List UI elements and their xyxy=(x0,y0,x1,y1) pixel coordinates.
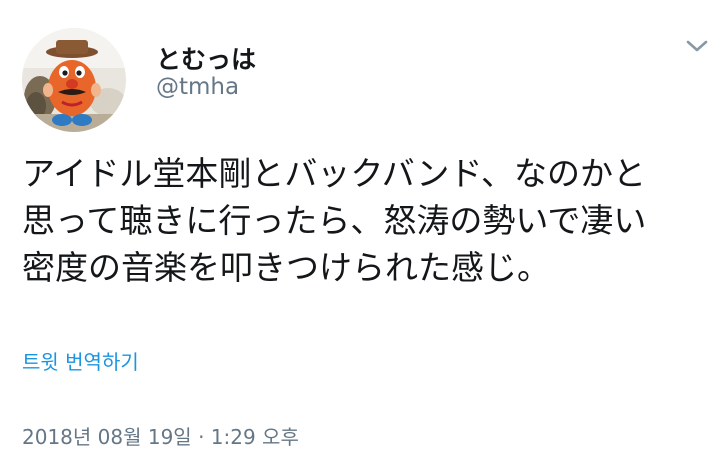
translate-tweet-link[interactable]: 트윗 번역하기 xyxy=(22,346,139,375)
display-name[interactable]: とむっは xyxy=(156,40,256,76)
avatar[interactable] xyxy=(22,28,126,132)
tweet-timestamp[interactable]: 2018년 08월 19일 · 1:29 오후 xyxy=(22,421,299,450)
chevron-down-icon xyxy=(686,40,708,52)
tweet-text: アイドル堂本剛とバックバンド、なのかと 思って聴きに行ったら、怒涛の勢いで凄い … xyxy=(22,154,647,287)
user-handle[interactable]: @tmha xyxy=(156,74,239,100)
mr-potato-head-avatar-icon xyxy=(22,28,126,132)
tweet-card: とむっは @tmha アイドル堂本剛とバックバンド、なのかと 思って聴きに行った… xyxy=(0,0,720,465)
tweet-menu-button[interactable] xyxy=(682,36,712,56)
